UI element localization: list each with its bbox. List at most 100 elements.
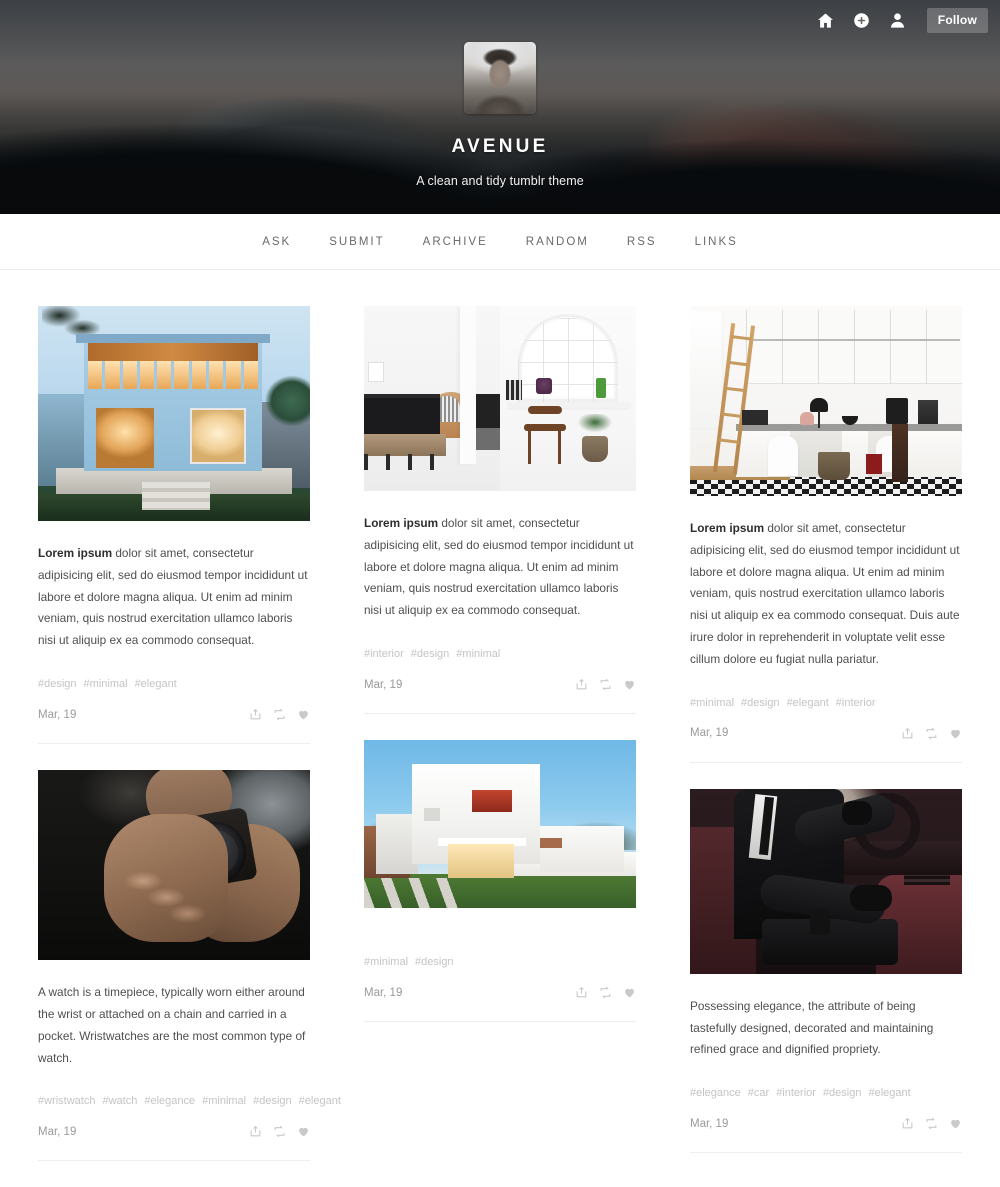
tag[interactable]: #minimal — [364, 956, 408, 968]
post-text: Lorem ipsum dolor sit amet, consectetur … — [364, 513, 636, 622]
home-icon[interactable] — [815, 10, 837, 32]
posts-column-3: Lorem ipsum dolor sit amet, consectetur … — [690, 306, 962, 1179]
reblog-icon[interactable] — [925, 727, 938, 740]
post-text: A watch is a timepiece, typically worn e… — [38, 985, 306, 1065]
post-actions — [249, 1125, 310, 1138]
tag[interactable]: #minimal — [456, 648, 500, 660]
post-actions — [575, 678, 636, 691]
post-footer: Mar, 19 — [38, 1125, 310, 1138]
post-card: A watch is a timepiece, typically worn e… — [38, 770, 341, 1162]
nav-item-random[interactable]: RANDOM — [526, 236, 589, 248]
nav-item-ask[interactable]: ASK — [262, 236, 291, 248]
share-icon[interactable] — [249, 1125, 262, 1138]
post-footer: Mar, 19 — [364, 986, 636, 999]
share-icon[interactable] — [901, 1117, 914, 1130]
post-card: Lorem ipsum dolor sit amet, consectetur … — [38, 306, 310, 745]
post-actions — [575, 986, 636, 999]
post-tags: #minimal #design #elegant #interior — [690, 697, 962, 709]
post-actions — [249, 708, 310, 721]
heart-icon[interactable] — [297, 1125, 310, 1138]
reblog-icon[interactable] — [273, 708, 286, 721]
post-photo-car-interior[interactable] — [690, 788, 962, 974]
tag[interactable]: #elegance — [690, 1087, 741, 1099]
tag[interactable]: #design — [253, 1095, 292, 1107]
tag[interactable]: #design — [741, 697, 780, 709]
heart-icon[interactable] — [297, 708, 310, 721]
tag[interactable]: #design — [823, 1087, 862, 1099]
post-photo-white-house[interactable] — [364, 740, 636, 909]
post-body: Lorem ipsum dolor sit amet, consectetur … — [38, 521, 310, 721]
avatar[interactable] — [464, 42, 536, 114]
tag[interactable]: #design — [415, 956, 454, 968]
tumblr-controls: Follow — [815, 8, 988, 33]
post-card: #minimal #design Mar, 19 — [364, 740, 636, 1023]
post-text-rest: dolor sit amet, consectetur adipisicing … — [38, 546, 308, 648]
nav-item-links[interactable]: LINKS — [695, 236, 738, 248]
post-date: Mar, 19 — [364, 678, 403, 691]
post-lead: Lorem ipsum — [364, 516, 439, 530]
post-actions — [901, 727, 962, 740]
post-actions — [901, 1117, 962, 1130]
add-post-icon[interactable] — [851, 10, 873, 32]
tag[interactable]: #design — [38, 678, 77, 690]
nav-item-submit[interactable]: SUBMIT — [329, 236, 384, 248]
heart-icon[interactable] — [949, 1117, 962, 1130]
heart-icon[interactable] — [623, 986, 636, 999]
tag[interactable]: #minimal — [84, 678, 128, 690]
tag[interactable]: #interior — [836, 697, 876, 709]
tag[interactable]: #elegance — [144, 1095, 195, 1107]
tag[interactable]: #interior — [364, 648, 404, 660]
tag[interactable]: #car — [748, 1087, 769, 1099]
post-date: Mar, 19 — [364, 986, 403, 999]
reblog-icon[interactable] — [273, 1125, 286, 1138]
nav-item-rss[interactable]: RSS — [627, 236, 657, 248]
avatar-image — [464, 42, 536, 114]
tag[interactable]: #minimal — [202, 1095, 246, 1107]
post-date: Mar, 19 — [690, 727, 729, 740]
follow-button[interactable]: Follow — [926, 8, 988, 33]
tag[interactable]: #watch — [102, 1095, 137, 1107]
share-icon[interactable] — [901, 727, 914, 740]
post-tags: #minimal #design — [364, 956, 636, 968]
tag[interactable]: #elegant — [787, 697, 829, 709]
tag[interactable]: #elegant — [135, 678, 177, 690]
post-tags: #wristwatch #watch #elegance #minimal #desig… — [38, 1095, 341, 1107]
post-body: Possessing elegance, the attribute of be… — [690, 974, 962, 1130]
post-card: Possessing elegance, the attribute of be… — [690, 788, 962, 1154]
post-tags: #design #minimal #elegant — [38, 678, 310, 690]
reblog-icon[interactable] — [925, 1117, 938, 1130]
post-body: A watch is a timepiece, typically worn e… — [38, 960, 341, 1138]
tag[interactable]: #interior — [776, 1087, 816, 1099]
tag[interactable]: #elegant — [868, 1087, 910, 1099]
heart-icon[interactable] — [623, 678, 636, 691]
post-photo-interior-diptych[interactable] — [364, 306, 636, 491]
post-text: Possessing elegance, the attribute of be… — [690, 998, 934, 1057]
nav-item-archive[interactable]: ARCHIVE — [423, 236, 488, 248]
tag[interactable]: #design — [411, 648, 450, 660]
share-icon[interactable] — [575, 678, 588, 691]
reblog-icon[interactable] — [599, 986, 612, 999]
post-text: Lorem ipsum dolor sit amet, consectetur … — [690, 518, 962, 671]
post-tags: #interior #design #minimal — [364, 648, 636, 660]
post-text: Lorem ipsum dolor sit amet, consectetur … — [38, 543, 310, 652]
post-photo-kitchen[interactable] — [690, 306, 962, 496]
post-photo-blue-house[interactable] — [38, 306, 310, 521]
posts-column-2: Lorem ipsum dolor sit amet, consectetur … — [364, 306, 636, 1048]
post-body: Lorem ipsum dolor sit amet, consectetur … — [690, 496, 962, 740]
post-footer: Mar, 19 — [38, 708, 310, 721]
tag[interactable]: #minimal — [690, 697, 734, 709]
tag[interactable]: #wristwatch — [38, 1095, 95, 1107]
share-icon[interactable] — [249, 708, 262, 721]
post-card: Lorem ipsum dolor sit amet, consectetur … — [690, 306, 962, 763]
site-header: Follow AVENUE A clean and tidy tumblr th… — [0, 0, 1000, 214]
main-navigation: ASK SUBMIT ARCHIVE RANDOM RSS LINKS — [0, 214, 1000, 270]
post-lead: Lorem ipsum — [690, 521, 765, 535]
share-icon[interactable] — [575, 986, 588, 999]
heart-icon[interactable] — [949, 727, 962, 740]
account-icon[interactable] — [887, 10, 909, 32]
post-text-rest: dolor sit amet, consectetur adipisicing … — [364, 516, 634, 618]
tag[interactable]: #elegant — [299, 1095, 341, 1107]
post-footer: Mar, 19 — [690, 1117, 962, 1130]
reblog-icon[interactable] — [599, 678, 612, 691]
post-photo-watch[interactable] — [38, 770, 310, 961]
